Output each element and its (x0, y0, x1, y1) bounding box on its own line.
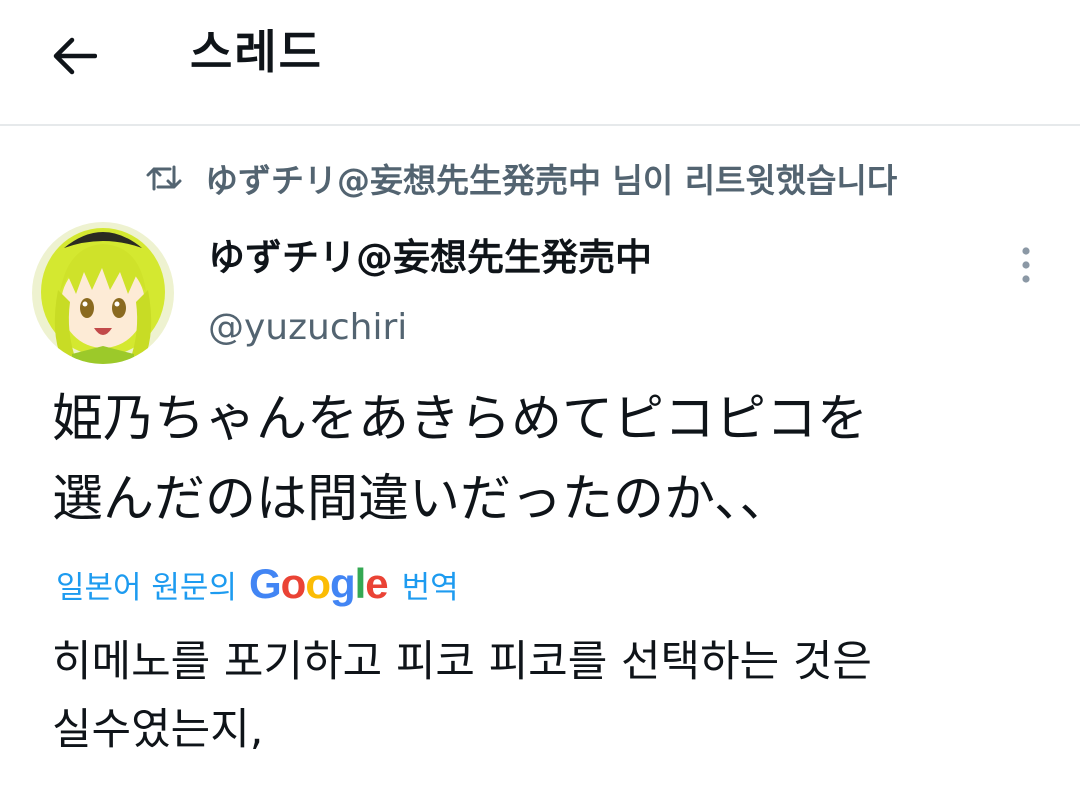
google-logo-letter: g (329, 560, 356, 607)
more-options-button[interactable] (1004, 240, 1048, 290)
author-handle[interactable]: @yuzuchiri (208, 302, 407, 354)
translated-text-line: 히메노를 포기하고 피코 피코를 선택하는 것은 (52, 637, 872, 687)
top-app-bar: 스레드 (0, 0, 1080, 126)
back-button[interactable] (40, 26, 108, 86)
tweet-text-line: 姫乃ちゃんをあきらめてピコピコを (52, 390, 869, 449)
google-logo-letter: o (280, 560, 307, 607)
google-logo-letter: G (248, 560, 282, 607)
retweet-icon (146, 165, 182, 191)
avatar-image (32, 222, 174, 364)
tweet-text: 姫乃ちゃんをあきらめてピコピコを 選んだのは間違いだったのか、、 (52, 380, 1052, 540)
more-vertical-icon (1022, 247, 1030, 283)
google-logo: Google (248, 560, 389, 608)
google-logo-letter: l (354, 560, 367, 607)
avatar[interactable] (32, 222, 174, 364)
page-title: 스레드 (190, 25, 323, 79)
retweet-label: ゆずチリ@妄想先生発売中 님이 리트윗했습니다 (205, 161, 898, 200)
google-logo-letter: e (365, 560, 388, 607)
google-logo-letter: o (305, 560, 331, 607)
translation-attribution[interactable]: 일본어 원문의 Google 번역 (56, 556, 459, 612)
translated-text: 히메노를 포기하고 피코 피코를 선택하는 것은 실수였는지, (52, 628, 1052, 764)
retweet-context[interactable]: ゆずチリ@妄想先生発売中 님이 리트윗했습니다 (145, 152, 897, 204)
translated-text-line: 실수였는지, (52, 705, 264, 755)
translation-tail-label: 번역 (401, 569, 459, 606)
translation-lead-label: 일본어 원문의 (56, 569, 237, 606)
tweet-text-line: 選んだのは間違いだったのか、、 (52, 470, 791, 529)
author-display-name[interactable]: ゆずチリ@妄想先生発売中 (208, 232, 652, 284)
arrow-left-icon (53, 37, 97, 75)
